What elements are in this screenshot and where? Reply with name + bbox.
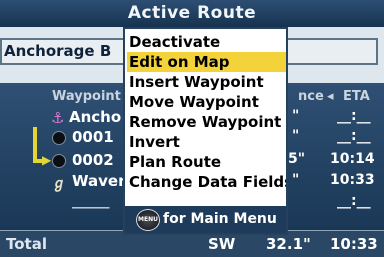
gps-screen: Active Route Anchorage B Waypoint nce ◂ …	[0, 0, 384, 257]
menu-footer-label: for Main Menu	[163, 211, 277, 227]
anchor-icon: ⚓	[51, 109, 65, 127]
menu-footer: MENU for Main Menu	[125, 206, 286, 233]
table-row-distance: 5"	[288, 151, 306, 167]
waypoint-dot-icon	[52, 131, 66, 145]
table-row-distance: "	[292, 108, 300, 124]
waypoint-dot-icon	[52, 154, 66, 168]
col-header-eta: ETA	[343, 89, 370, 104]
menu-item-edit-on-map[interactable]: Edit on Map	[127, 52, 286, 72]
menu-item-invert[interactable]: Invert	[127, 132, 286, 152]
col-header-waypoint: Waypoint	[52, 89, 121, 104]
route-connector-line	[33, 127, 37, 163]
total-distance: 32.1"	[266, 235, 311, 253]
menu-item-plan-route[interactable]: Plan Route	[127, 152, 286, 172]
menu-item-insert-waypoint[interactable]: Insert Waypoint	[127, 72, 286, 92]
total-eta: 10:33	[330, 235, 378, 253]
flag-icon: ℊ	[52, 176, 66, 192]
options-menu: Deactivate Edit on Map Insert Waypoint M…	[123, 27, 288, 235]
table-row-name[interactable]: _____	[72, 191, 110, 209]
table-row-eta: __:__	[337, 128, 371, 144]
total-label: Total	[6, 235, 47, 253]
table-row-name[interactable]: Waver	[72, 172, 125, 190]
table-row-name[interactable]: Ancho	[69, 108, 121, 126]
table-row-distance: "	[292, 128, 300, 144]
menu-item-move-waypoint[interactable]: Move Waypoint	[127, 92, 286, 112]
table-row-eta: 10:33	[330, 172, 375, 188]
table-row-name[interactable]: 0002	[72, 151, 114, 169]
menu-item-change-data-fields[interactable]: Change Data Fields	[127, 172, 286, 192]
col-header-distance: nce	[298, 89, 324, 104]
menu-item-remove-waypoint[interactable]: Remove Waypoint	[127, 112, 286, 132]
route-arrow-icon: ▶	[42, 153, 52, 167]
col-arrow-icon: ◂	[327, 89, 334, 104]
table-row-name[interactable]: 0001	[72, 128, 114, 146]
table-row-eta: __:__	[337, 193, 371, 209]
menu-item-deactivate[interactable]: Deactivate	[127, 32, 286, 52]
screen-title: Active Route	[0, 0, 384, 27]
table-row-eta: __:__	[337, 108, 371, 124]
table-row-distance: "	[292, 172, 300, 188]
menu-button-icon[interactable]: MENU	[136, 209, 160, 231]
table-row-eta: 10:14	[330, 151, 375, 167]
total-course: SW	[208, 235, 236, 253]
